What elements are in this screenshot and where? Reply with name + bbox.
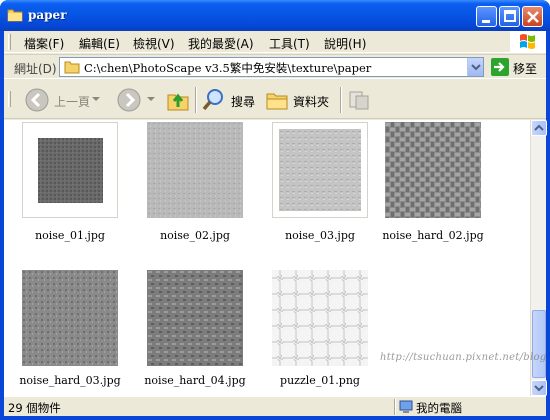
- chevron-down-icon: [92, 97, 100, 101]
- back-label: 上一頁: [54, 95, 91, 109]
- go-label: 移至: [513, 62, 538, 76]
- file-name[interactable]: noise_hard_03.jpg: [10, 374, 130, 387]
- status-bar: 29 個物件 我的電腦: [4, 396, 546, 416]
- file-thumbnail-noise-02[interactable]: [147, 122, 243, 218]
- minimize-icon: [482, 20, 490, 23]
- address-bar: 網址(D) C:\chen\PhotoScape v3.5繁中免安裝\textu…: [4, 54, 546, 79]
- scrollbar-thumb[interactable]: [532, 310, 546, 378]
- folder-icon: [7, 9, 23, 22]
- address-path: C:\chen\PhotoScape v3.5繁中免安裝\texture\pap…: [84, 61, 372, 75]
- toolbar-grip: [8, 91, 11, 107]
- search-icon: [202, 89, 223, 111]
- file-thumbnail-noise-03[interactable]: [272, 122, 368, 218]
- folders-icon: [266, 93, 288, 110]
- maximize-button[interactable]: [499, 6, 520, 27]
- windows-flag-icon: [520, 34, 535, 49]
- file-name[interactable]: noise_03.jpg: [260, 229, 380, 242]
- folder-icon: [64, 61, 80, 74]
- forward-arrow-icon: [117, 88, 141, 112]
- address-field[interactable]: C:\chen\PhotoScape v3.5繁中免安裝\texture\pap…: [59, 57, 484, 77]
- toolbar-separator: [195, 87, 197, 113]
- toolbar: 上一頁 搜尋 資料夾: [4, 81, 546, 119]
- file-name[interactable]: puzzle_01.png: [260, 374, 380, 387]
- file-thumbnail-noise-hard-04[interactable]: [147, 270, 243, 366]
- noise-texture-image: [22, 270, 118, 366]
- location-label: 我的電腦: [416, 401, 462, 415]
- menu-help[interactable]: 說明(H): [324, 35, 366, 52]
- folders-label: 資料夾: [293, 95, 330, 109]
- chevron-down-icon: [147, 97, 155, 101]
- file-name[interactable]: noise_hard_04.jpg: [135, 374, 255, 387]
- menu-file[interactable]: 檔案(F): [24, 35, 64, 52]
- minimize-button[interactable]: [476, 6, 497, 27]
- folders-button[interactable]: 資料夾: [265, 87, 335, 113]
- menu-bar: 檔案(F) 編輯(E) 檢視(V) 我的最愛(A) 工具(T) 說明(H): [4, 31, 546, 53]
- toolbar-separator: [340, 87, 342, 113]
- watermark-text: http://tsuchuan.pixnet.net/blog: [380, 352, 547, 363]
- menu-edit[interactable]: 編輯(E): [79, 35, 120, 52]
- object-count: 29 個物件: [8, 401, 61, 415]
- file-thumbnail-puzzle-01[interactable]: [272, 270, 368, 366]
- chevron-up-icon: [534, 124, 544, 131]
- forward-button[interactable]: [116, 87, 156, 113]
- up-folder-button[interactable]: [166, 87, 190, 113]
- file-thumbnail-noise-hard-03[interactable]: [22, 270, 118, 366]
- noise-texture-image: [279, 129, 361, 211]
- puzzle-texture-image: [272, 270, 368, 366]
- chevron-down-icon: [534, 385, 544, 392]
- close-icon: [527, 11, 539, 23]
- scroll-up-button[interactable]: [531, 120, 547, 136]
- go-arrow-icon: [491, 58, 509, 76]
- noise-texture-image: [38, 138, 103, 203]
- up-folder-icon: [167, 93, 189, 111]
- file-name[interactable]: noise_hard_02.jpg: [373, 229, 493, 242]
- file-thumbnail-noise-hard-02[interactable]: [385, 122, 481, 218]
- title-bar[interactable]: paper: [0, 0, 550, 31]
- my-computer-icon: [399, 400, 413, 413]
- views-icon: [349, 91, 369, 110]
- menu-favorites[interactable]: 我的最愛(A): [188, 35, 254, 52]
- file-name[interactable]: noise_02.jpg: [135, 229, 255, 242]
- maximize-icon: [504, 10, 516, 22]
- search-button[interactable]: 搜尋: [202, 87, 260, 113]
- go-button[interactable]: 移至: [491, 58, 543, 78]
- file-name[interactable]: noise_01.jpg: [10, 229, 130, 242]
- close-button[interactable]: [522, 6, 543, 27]
- address-label: 網址(D): [14, 62, 57, 76]
- status-divider: [394, 399, 396, 415]
- back-button[interactable]: 上一頁: [24, 87, 102, 113]
- noise-texture-image: [147, 270, 243, 366]
- menu-view[interactable]: 檢視(V): [133, 35, 175, 52]
- back-arrow-icon: [25, 88, 49, 112]
- chevron-down-icon: [471, 64, 481, 71]
- menu-tools[interactable]: 工具(T): [269, 35, 310, 52]
- scroll-down-button[interactable]: [531, 380, 547, 396]
- woven-texture-image: [385, 122, 481, 218]
- window-title: paper: [28, 8, 67, 22]
- views-button[interactable]: [347, 87, 371, 113]
- windows-logo: [510, 31, 546, 53]
- noise-texture-image: [147, 122, 243, 218]
- file-thumbnail-noise-01[interactable]: [22, 122, 118, 218]
- search-label: 搜尋: [231, 95, 256, 109]
- menu-grip: [8, 34, 11, 50]
- address-dropdown[interactable]: [467, 58, 483, 76]
